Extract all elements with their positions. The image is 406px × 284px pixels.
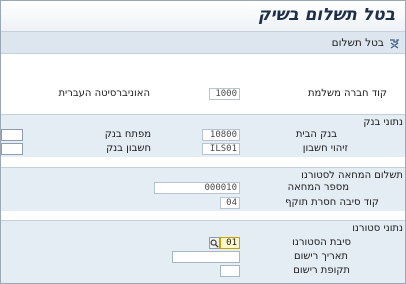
check-number-field[interactable]: 000010 xyxy=(154,182,240,194)
reversal-reason-field[interactable]: 01 xyxy=(220,237,240,249)
paying-company-field[interactable]: 1000 xyxy=(209,88,240,100)
reversal-data-title: נתוני סטורנו xyxy=(352,223,403,234)
posting-date-field[interactable] xyxy=(172,251,240,263)
check-number-label: מספר המחאה xyxy=(287,182,349,193)
house-bank-field[interactable]: 10800 xyxy=(202,129,240,141)
bank-account-field[interactable] xyxy=(1,143,23,155)
page-title: בטל תשלום בשיק xyxy=(258,5,395,25)
title-bar: בטל תשלום בשיק xyxy=(1,1,405,32)
sap-window: בטל תשלום בשיק בטל תשלום קוד חברה משלמת … xyxy=(0,0,406,284)
paying-company-label: קוד חברה משלמת xyxy=(307,88,387,99)
bank-key-label: מפתח בנק xyxy=(104,129,151,140)
posting-period-label: תקופת רישום xyxy=(293,265,350,276)
cancel-payment-button[interactable]: בטל תשלום xyxy=(332,35,401,51)
void-reason-field[interactable]: 04 xyxy=(220,197,240,209)
reversal-reason-label: סיבת הסטורנו xyxy=(292,237,351,248)
main-form: קוד חברה משלמת 1000 האוניברסיטה העברית נ… xyxy=(1,54,405,283)
application-toolbar: בטל תשלום xyxy=(1,32,405,54)
bank-key-field[interactable] xyxy=(1,129,23,141)
company-name-text: האוניברסיטה העברית xyxy=(58,88,150,99)
bank-data-title: נתוני בנק xyxy=(363,117,403,128)
posting-date-label: תאריך רישום xyxy=(293,251,348,262)
cancel-payment-icon xyxy=(388,37,401,50)
void-reason-label: קוד סיבה חסרת תוקף xyxy=(285,197,379,208)
account-id-field[interactable]: ILS01 xyxy=(202,143,240,155)
cancel-payment-label: בטל תשלום xyxy=(331,37,384,49)
posting-period-field[interactable] xyxy=(220,265,240,277)
value-help-button[interactable] xyxy=(209,237,220,249)
check-reversal-title: תשלום המחאה לסטורנו xyxy=(301,170,403,181)
search-icon xyxy=(210,239,219,248)
house-bank-label: בנק הבית xyxy=(295,129,337,140)
account-id-label: זיהוי חשבון xyxy=(302,143,348,154)
bank-account-label: חשבון בנק xyxy=(106,143,151,154)
